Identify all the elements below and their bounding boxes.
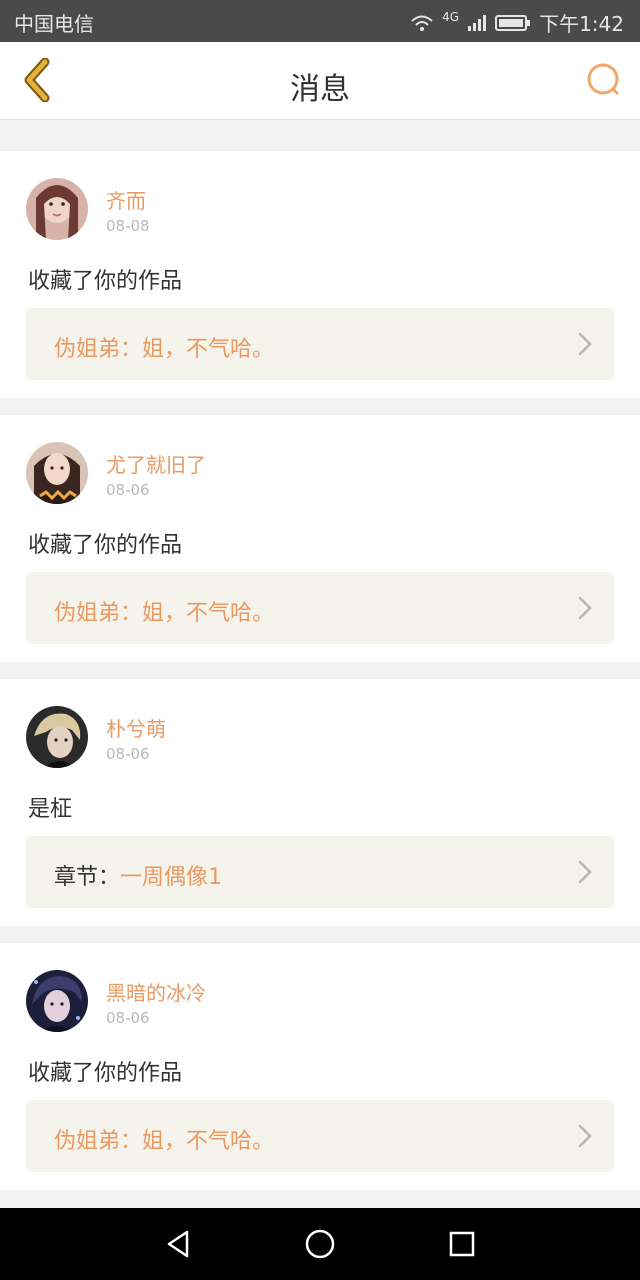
- status-icons: 4G 下午1:42: [410, 8, 624, 37]
- clock-label: 下午1:42: [539, 12, 624, 36]
- wifi-icon: [411, 15, 433, 31]
- avatar[interactable]: [26, 970, 88, 1032]
- work-reference-label: 伪姐弟：姐，不气哈。: [54, 595, 274, 627]
- message-text: 收藏了你的作品: [28, 269, 183, 294]
- reference-title: 伪姐弟：姐，不气哈。: [54, 601, 275, 626]
- search-button[interactable]: [580, 56, 628, 104]
- page-title: 消息: [290, 72, 350, 107]
- battery-icon: [495, 14, 531, 31]
- chapter-reference[interactable]: 章节：一周偶像1: [26, 836, 614, 908]
- work-reference[interactable]: 伪姐弟：姐，不气哈。: [26, 572, 614, 644]
- system-nav-bar: [0, 1208, 640, 1280]
- carrier-label: 中国电信: [14, 12, 94, 36]
- message-text: 收藏了你的作品: [28, 533, 183, 558]
- chevron-right-icon: [578, 860, 592, 884]
- search-icon: [587, 63, 619, 95]
- reference-title: 伪姐弟：姐，不气哈。: [54, 1129, 275, 1154]
- nav-recents-button[interactable]: [442, 1224, 482, 1264]
- circle-home-icon: [305, 1229, 335, 1259]
- sender-name[interactable]: 黑暗的冰冷: [106, 977, 206, 1006]
- message-card[interactable]: 尤了就旧了 08-06 收藏了你的作品 伪姐弟：姐，不气哈。: [0, 415, 640, 662]
- chevron-right-icon: [578, 596, 592, 620]
- chapter-reference-label: 章节：一周偶像1: [54, 859, 222, 891]
- message-date: 08-06: [106, 1009, 150, 1027]
- work-reference[interactable]: 伪姐弟：姐，不气哈。: [26, 1100, 614, 1172]
- signal-icon: [468, 14, 487, 31]
- sender-name[interactable]: 朴兮萌: [106, 713, 166, 742]
- network-type-label: 4G: [442, 9, 460, 24]
- message-date: 08-06: [106, 481, 150, 499]
- nav-home-button[interactable]: [300, 1224, 340, 1264]
- reference-title: 伪姐弟：姐，不气哈。: [54, 337, 275, 362]
- work-reference-label: 伪姐弟：姐，不气哈。: [54, 1123, 274, 1155]
- chevron-right-icon: [578, 332, 592, 356]
- reference-title: 一周偶像1: [120, 865, 223, 890]
- work-reference[interactable]: 伪姐弟：姐，不气哈。: [26, 308, 614, 380]
- message-card[interactable]: 齐而 08-08 收藏了你的作品 伪姐弟：姐，不气哈。: [0, 151, 640, 398]
- message-card[interactable]: 黑暗的冰冷 08-06 收藏了你的作品 伪姐弟：姐，不气哈。: [0, 943, 640, 1190]
- avatar[interactable]: [26, 442, 88, 504]
- message-text: 收藏了你的作品: [28, 1061, 183, 1086]
- message-date: 08-08: [106, 217, 150, 235]
- sender-name[interactable]: 齐而: [106, 185, 146, 214]
- app-header: 消息: [0, 42, 640, 120]
- square-recents-icon: [449, 1231, 475, 1257]
- message-text: 是柾: [28, 797, 73, 822]
- chevron-right-icon: [578, 1124, 592, 1148]
- reference-prefix: 章节：: [54, 865, 121, 890]
- nav-back-button[interactable]: [158, 1224, 198, 1264]
- sender-name[interactable]: 尤了就旧了: [106, 449, 206, 478]
- work-reference-label: 伪姐弟：姐，不气哈。: [54, 331, 274, 363]
- avatar[interactable]: [26, 706, 88, 768]
- status-bar: 中国电信 4G 下午1:42: [0, 0, 640, 42]
- message-date: 08-06: [106, 745, 150, 763]
- avatar[interactable]: [26, 178, 88, 240]
- triangle-back-icon: [167, 1230, 189, 1258]
- message-card[interactable]: 朴兮萌 08-06 是柾 章节：一周偶像1: [0, 679, 640, 926]
